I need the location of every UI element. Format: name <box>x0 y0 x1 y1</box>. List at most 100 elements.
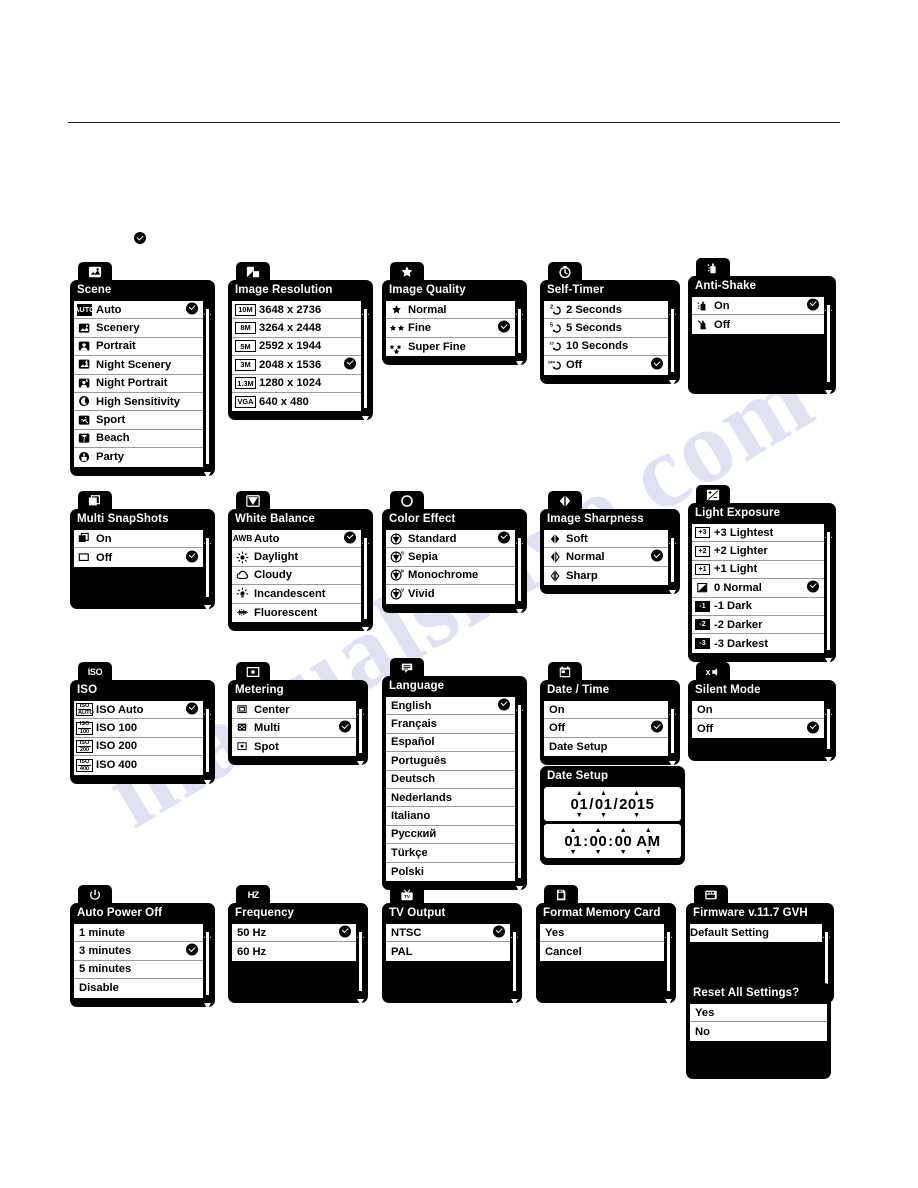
menu-item[interactable]: S Sepia <box>386 548 515 567</box>
scroll-track[interactable] <box>363 537 368 620</box>
menu-item[interactable]: Night Scenery <box>74 356 203 375</box>
scrollbar[interactable] <box>825 525 832 664</box>
scroll-track[interactable] <box>205 931 210 996</box>
scroll-track[interactable] <box>363 308 368 410</box>
scroll-track[interactable] <box>666 931 671 992</box>
scrollbar[interactable] <box>357 925 364 1005</box>
menu-item[interactable]: Night Portrait <box>74 374 203 393</box>
menu-item[interactable]: Spot <box>232 737 356 757</box>
day-down-arrow[interactable]: ▼ <box>600 812 607 819</box>
menu-item[interactable]: Sharp <box>544 566 668 586</box>
menu-item[interactable]: On <box>74 530 203 549</box>
scroll-down-arrow[interactable] <box>204 996 211 1009</box>
scroll-down-arrow[interactable] <box>825 651 832 664</box>
scroll-track[interactable] <box>670 708 675 755</box>
day[interactable]: ▲ 01 ▼ <box>595 790 613 819</box>
scroll-track[interactable] <box>670 308 675 373</box>
menu-item[interactable]: 10 10 Seconds <box>544 337 668 357</box>
scroll-down-arrow[interactable] <box>669 373 676 386</box>
scrollbar[interactable] <box>665 925 672 1005</box>
meridiem[interactable]: ▲ AM ▼ <box>636 827 660 856</box>
scroll-down-arrow[interactable] <box>825 750 832 764</box>
menu-item[interactable]: Super Fine <box>386 337 515 357</box>
menu-item[interactable]: 2 2 Seconds <box>544 301 668 320</box>
menu-item[interactable]: Incandescent <box>232 585 361 604</box>
meridiem-down-arrow[interactable]: ▼ <box>645 849 652 856</box>
scrollbar[interactable] <box>204 925 211 1009</box>
scroll-track[interactable] <box>358 931 363 992</box>
scrollbar[interactable] <box>516 302 523 368</box>
menu-item[interactable]: Fine <box>386 319 515 338</box>
menu-item[interactable]: No <box>690 1022 827 1041</box>
menu-item[interactable]: Scenery <box>74 319 203 338</box>
menu-item[interactable]: Standard <box>386 530 515 549</box>
menu-item[interactable]: Normal <box>386 301 515 320</box>
menu-item[interactable]: AWB Auto <box>232 530 361 549</box>
menu-item[interactable]: Yes <box>540 924 664 943</box>
menu-item[interactable]: 1 minute <box>74 924 203 943</box>
scroll-track[interactable] <box>517 537 522 602</box>
menu-item[interactable]: AUTO Auto <box>74 301 203 320</box>
scroll-down-arrow[interactable] <box>669 754 676 768</box>
scroll-track[interactable] <box>358 708 363 755</box>
scroll-down-arrow[interactable] <box>516 602 523 615</box>
menu-item[interactable]: 10M 3648 x 2736 <box>232 301 361 320</box>
menu-item[interactable]: Yes <box>690 1004 827 1023</box>
menu-item[interactable]: 5 5 Seconds <box>544 319 668 338</box>
hour[interactable]: ▲ 01 ▼ <box>564 827 582 856</box>
menu-item[interactable]: Deutsch <box>386 770 515 789</box>
month-down-arrow[interactable]: ▼ <box>576 812 583 819</box>
menu-item[interactable]: Off <box>74 548 203 567</box>
scrollbar[interactable] <box>357 702 364 768</box>
scrollbar[interactable] <box>204 302 211 478</box>
menu-item[interactable]: Español <box>386 733 515 753</box>
menu-item[interactable]: Date Setup <box>544 737 668 757</box>
menu-item[interactable]: ISO 400 ISO 400 <box>74 756 203 775</box>
month[interactable]: ▲ 01 ▼ <box>571 790 589 819</box>
scroll-track[interactable] <box>826 708 831 751</box>
menu-item[interactable]: On <box>544 701 668 720</box>
scroll-down-arrow[interactable] <box>204 465 211 478</box>
menu-item[interactable]: 5 minutes <box>74 960 203 980</box>
menu-item[interactable]: Off <box>692 719 824 738</box>
scroll-down-arrow[interactable] <box>357 992 364 1005</box>
menu-item[interactable]: Daylight <box>232 548 361 567</box>
scroll-track[interactable] <box>826 531 831 651</box>
scroll-down-arrow[interactable] <box>669 583 676 597</box>
scroll-track[interactable] <box>205 308 210 465</box>
menu-item[interactable]: M Monochrome <box>386 566 515 586</box>
year-down-arrow[interactable]: ▼ <box>633 812 640 819</box>
menu-item[interactable]: VGA 640 x 480 <box>232 392 361 412</box>
scrollbar[interactable] <box>362 302 369 423</box>
minute[interactable]: ▲ 00 ▼ <box>589 827 607 856</box>
scroll-track[interactable] <box>670 537 675 584</box>
menu-item[interactable]: Sport <box>74 411 203 430</box>
menu-item[interactable]: Center <box>232 701 356 720</box>
menu-item[interactable]: Soft <box>544 530 668 549</box>
hour-down-arrow[interactable]: ▼ <box>570 849 577 856</box>
menu-item[interactable]: Nederlands <box>386 788 515 808</box>
menu-item[interactable]: OFF Off <box>544 356 668 375</box>
menu-item[interactable]: Fluorescent <box>232 603 361 622</box>
menu-item[interactable]: +1 +1 Light <box>692 560 824 580</box>
menu-item[interactable]: Türkçe <box>386 844 515 863</box>
date-field[interactable]: ▲ 01 ▼ / ▲ 01 ▼ / ▲ 2015 ▼ <box>544 787 681 821</box>
menu-item[interactable]: 1.3M 1280 x 1024 <box>232 374 361 393</box>
menu-item[interactable]: English <box>386 697 515 716</box>
second[interactable]: ▲ 00 ▼ <box>615 827 633 856</box>
menu-item[interactable]: 50 Hz <box>232 924 356 943</box>
scroll-down-arrow[interactable] <box>362 620 369 633</box>
scrollbar[interactable] <box>669 531 676 597</box>
scroll-track[interactable] <box>205 537 210 598</box>
menu-item[interactable]: Français <box>386 715 515 734</box>
menu-item[interactable]: 3 minutes <box>74 942 203 961</box>
menu-item[interactable]: On <box>692 297 824 316</box>
minute-down-arrow[interactable]: ▼ <box>595 849 602 856</box>
scrollbar[interactable] <box>204 702 211 786</box>
menu-item[interactable]: +2 +2 Lighter <box>692 542 824 561</box>
menu-item[interactable]: PAL <box>386 942 510 961</box>
menu-item[interactable]: Italiano <box>386 807 515 826</box>
second-down-arrow[interactable]: ▼ <box>620 849 627 856</box>
menu-item[interactable]: 8M 3264 x 2448 <box>232 319 361 338</box>
menu-item[interactable]: ISO AUTO ISO Auto <box>74 701 203 720</box>
